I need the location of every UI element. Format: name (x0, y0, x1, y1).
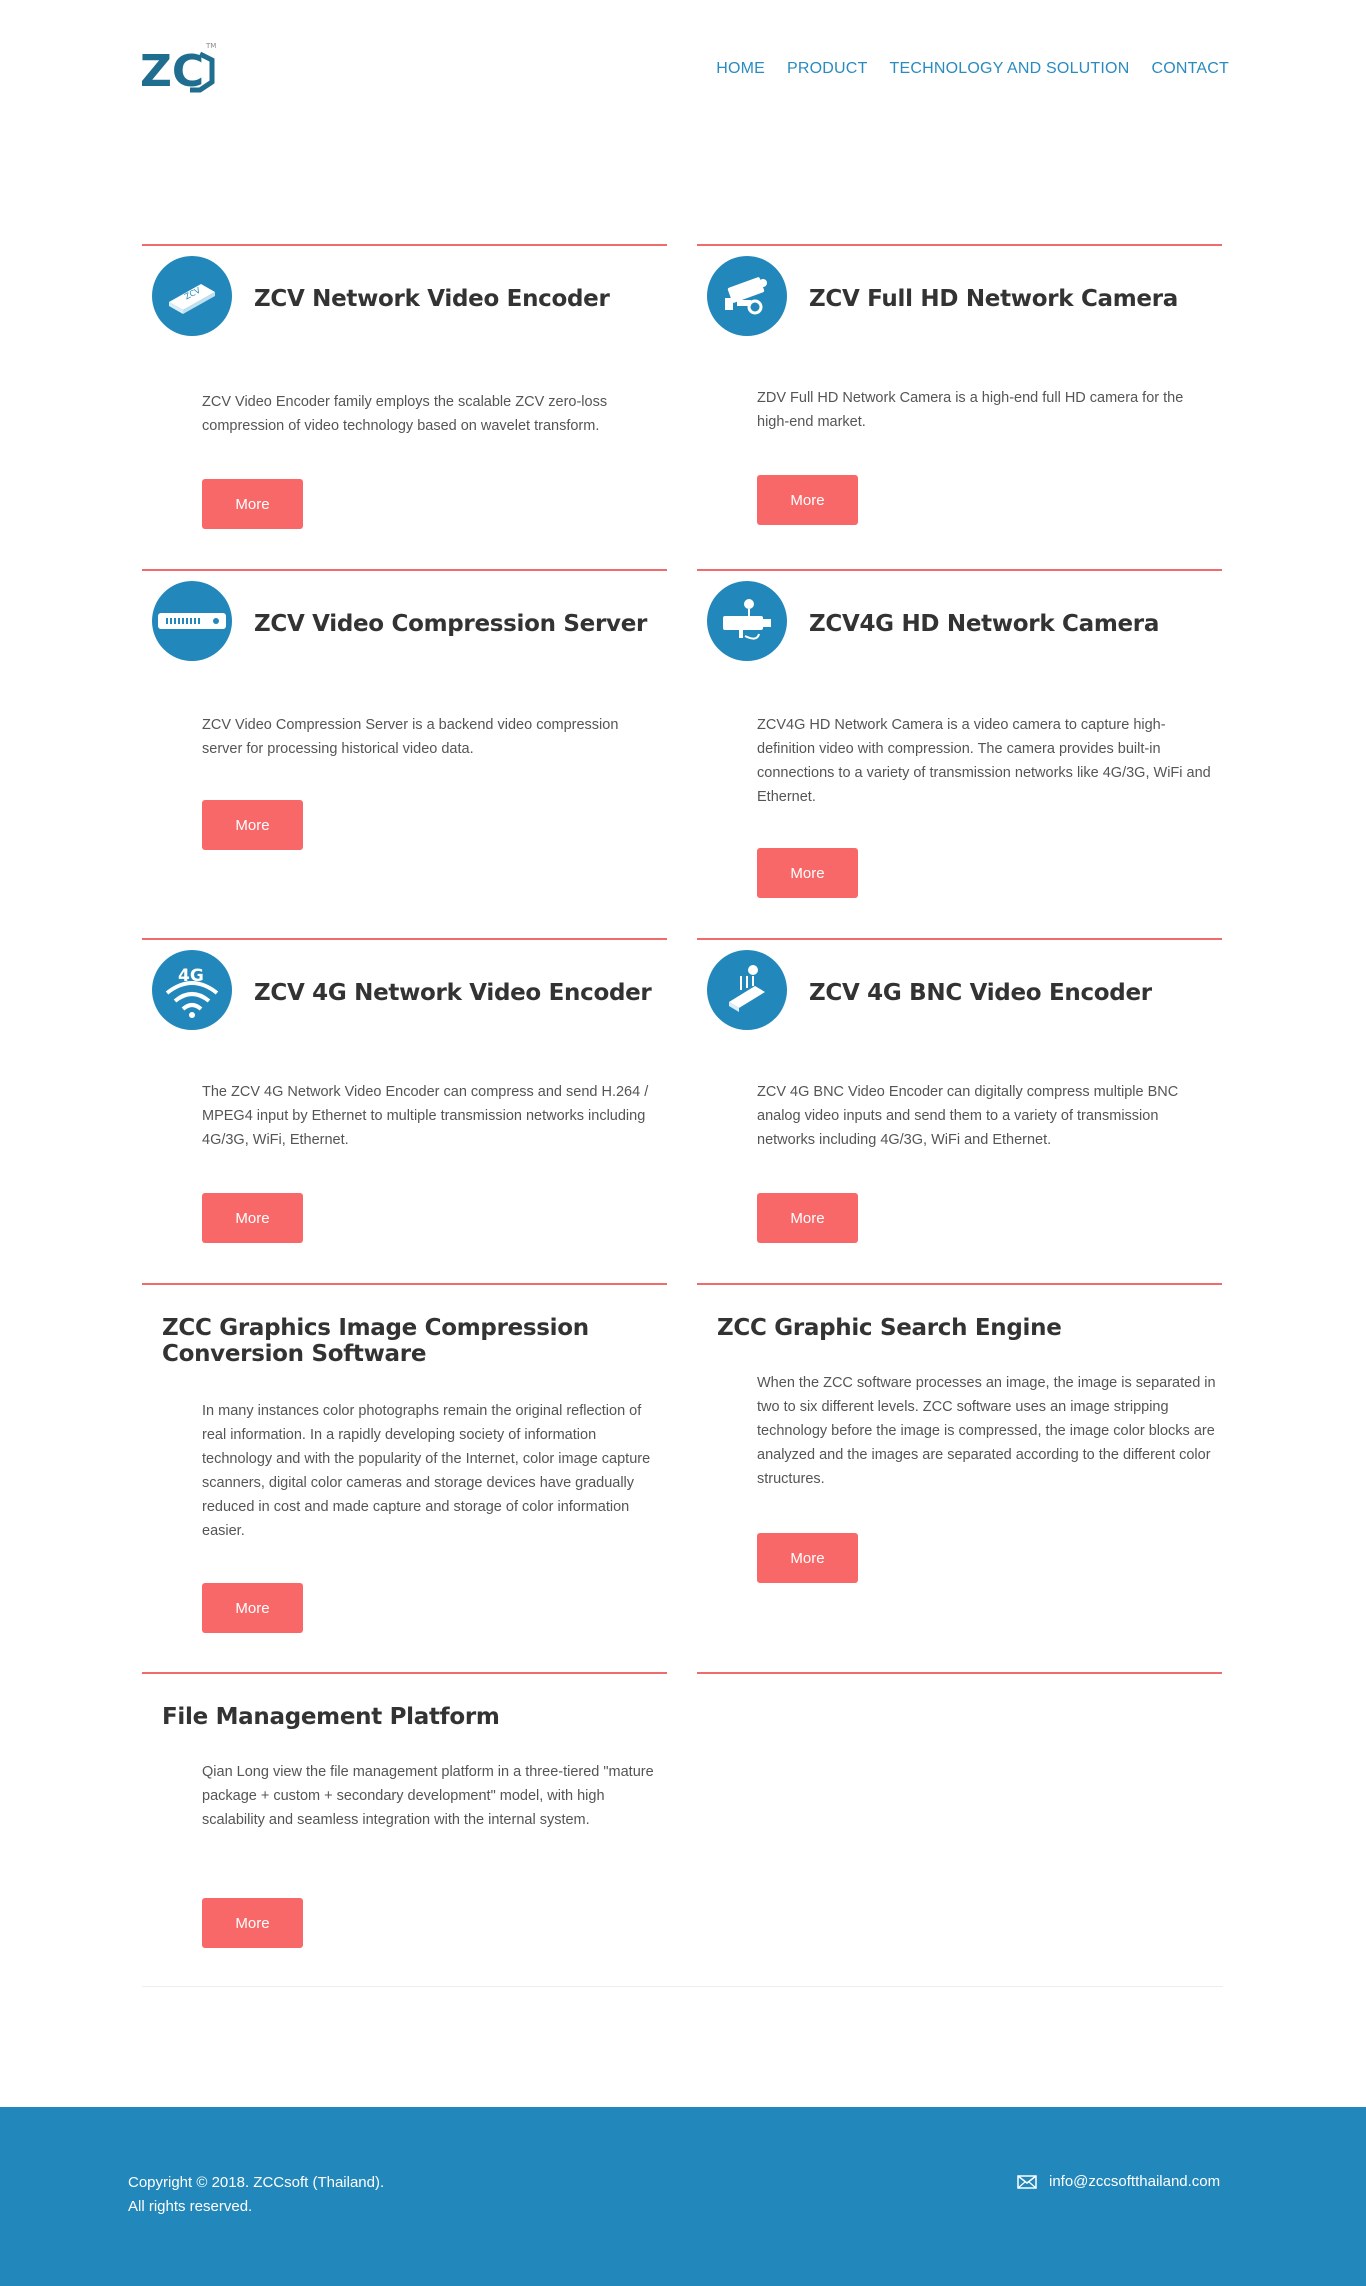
trademark-mark: TM (205, 42, 216, 50)
4g-wifi-icon: 4G (152, 950, 232, 1030)
product-title: ZCV Full HD Network Camera (809, 286, 1178, 312)
more-button[interactable]: More (202, 1583, 303, 1633)
product-card-network-video-encoder: ZCV ZCV Network Video Encoder ZCV Video … (142, 244, 667, 568)
rights-line: All rights reserved. (128, 2198, 253, 2215)
more-button[interactable]: More (202, 1193, 303, 1243)
product-description: ZDV Full HD Network Camera is a high-end… (757, 390, 1184, 430)
product-card-video-compression-server: ZCV Video Compression Server ZCV Video C… (142, 569, 667, 938)
email-link[interactable]: info@zccsoftthailand.com (1049, 2173, 1220, 2190)
product-description: Qian Long view the file management platf… (202, 1764, 654, 1828)
product-description: ZCV4G HD Network Camera is a video camer… (757, 717, 1211, 805)
nav-home[interactable]: HOME (716, 60, 765, 78)
nav-product[interactable]: PRODUCT (787, 60, 868, 78)
more-button[interactable]: More (757, 1533, 858, 1583)
product-card-graphics-image-compression: ZCC Graphics Image Compression Conversio… (142, 1283, 667, 1672)
product-description: When the ZCC software processes an image… (757, 1375, 1216, 1487)
camera-icon (707, 256, 787, 336)
product-card-4g-bnc-video-encoder: ZCV 4G BNC Video Encoder ZCV 4G BNC Vide… (697, 938, 1222, 1283)
product-title: ZCV Video Compression Server (254, 611, 648, 637)
footer-email[interactable]: info@zccsoftthailand.com (1017, 2173, 1220, 2190)
more-button[interactable]: More (202, 1898, 303, 1948)
product-title: File Management Platform (162, 1704, 500, 1730)
product-description: ZCV 4G BNC Video Encoder can digitally c… (757, 1084, 1179, 1148)
nav-contact[interactable]: CONTACT (1151, 60, 1229, 78)
product-card-full-hd-network-camera: ZCV Full HD Network Camera ZDV Full HD N… (697, 244, 1222, 568)
more-button[interactable]: More (757, 848, 858, 898)
product-description: The ZCV 4G Network Video Encoder can com… (202, 1084, 649, 1148)
zcc-logo[interactable]: ZC TM (140, 36, 220, 100)
more-button[interactable]: More (202, 800, 303, 850)
product-title: ZCV 4G BNC Video Encoder (809, 980, 1152, 1006)
bnc-encoder-icon (707, 950, 787, 1030)
product-title: ZCC Graphic Search Engine (717, 1315, 1062, 1341)
more-button[interactable]: More (757, 1193, 858, 1243)
product-title: ZCC Graphics Image Compression Conversio… (162, 1315, 589, 1367)
server-icon (152, 581, 232, 661)
product-description: ZCV Video Compression Server is a backen… (202, 717, 619, 757)
more-button[interactable]: More (202, 479, 303, 529)
more-button[interactable]: More (757, 475, 858, 525)
product-description: ZCV Video Encoder family employs the sca… (202, 394, 608, 434)
product-title: ZCV4G HD Network Camera (809, 611, 1160, 637)
product-card-4g-network-video-encoder: 4G ZCV 4G Network Video Encoder The ZCV … (142, 938, 667, 1283)
4g-camera-icon (707, 581, 787, 661)
nav-technology-and-solution[interactable]: TECHNOLOGY AND SOLUTION (890, 60, 1130, 78)
product-description: In many instances color photographs rema… (202, 1403, 651, 1539)
copyright: Copyright © 2018. ZCCsoft (Thailand). Al… (128, 2171, 384, 2219)
site-footer: Copyright © 2018. ZCCsoft (Thailand). Al… (0, 2107, 1366, 2286)
product-title: ZCV 4G Network Video Encoder (254, 980, 652, 1006)
copyright-line: Copyright © 2018. ZCCsoft (Thailand). (128, 2174, 385, 2191)
product-card-graphic-search-engine: ZCC Graphic Search Engine When the ZCC s… (697, 1283, 1222, 1672)
main-nav: HOME PRODUCT TECHNOLOGY AND SOLUTION CON… (716, 60, 1229, 78)
product-card-file-management-platform: File Management Platform Qian Long view … (142, 1672, 667, 1972)
site-header: ZC TM HOME PRODUCT TECHNOLOGY AND SOLUTI… (0, 0, 1366, 140)
envelope-icon (1017, 2174, 1037, 2189)
product-title: ZCV Network Video Encoder (254, 286, 610, 312)
product-card-4g-hd-network-camera: ZCV4G HD Network Camera ZCV4G HD Network… (697, 569, 1222, 938)
empty-card-divider (697, 1672, 1222, 1682)
content-bottom-divider (142, 1986, 1223, 1987)
encoder-icon: ZCV (152, 256, 232, 336)
